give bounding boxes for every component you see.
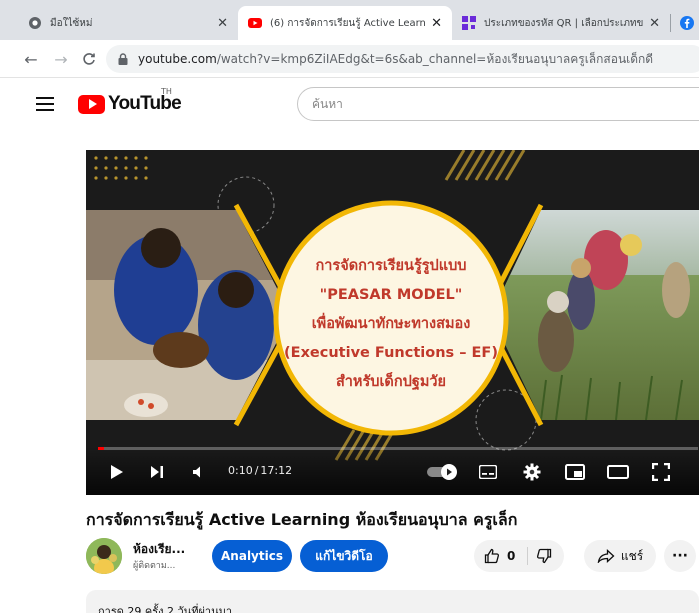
tab-title: มือใไซ้หม่ bbox=[50, 17, 93, 29]
close-tab-icon[interactable]: ✕ bbox=[649, 16, 660, 31]
video-overlay-title: การจัดการเรียนรู้รูปแบบ "PEASAR MODEL" เ… bbox=[261, 252, 521, 397]
channel-avatar[interactable] bbox=[86, 538, 122, 574]
progress-bar-fill bbox=[98, 447, 104, 450]
back-arrow-icon[interactable]: ← bbox=[20, 48, 42, 70]
edit-video-label: แก้ไขวิดีโอ bbox=[315, 548, 373, 563]
description-box[interactable]: การดู 29 ครั้ง 2 วันที่ผ่านมา bbox=[86, 590, 699, 613]
like-divider bbox=[527, 547, 528, 565]
video-meta-row: ห้องเรีย... ผู้ติดตาม... Analytics แก้ไข… bbox=[86, 536, 699, 578]
more-actions-icon[interactable]: ··· bbox=[664, 540, 696, 572]
tab-youtube-video[interactable]: (6) การจัดการเรียนรู้ Active Learning ✕ bbox=[238, 6, 452, 40]
lock-icon bbox=[118, 53, 128, 65]
fullscreen-icon[interactable] bbox=[650, 461, 672, 483]
thumbs-down-icon[interactable] bbox=[536, 548, 552, 567]
duration: 17:12 bbox=[260, 464, 293, 477]
video-player[interactable]: การจัดการเรียนรู้รูปแบบ "PEASAR MODEL" เ… bbox=[86, 150, 699, 495]
facebook-icon bbox=[680, 16, 694, 30]
analytics-button[interactable]: Analytics bbox=[212, 540, 292, 572]
tab-qr-types[interactable]: ประเภทของรหัส QR | เลือกประเภทของ ✕ bbox=[452, 6, 670, 40]
qr-icon bbox=[462, 16, 476, 30]
edit-video-button[interactable]: แก้ไขวิดีโอ bbox=[300, 540, 388, 572]
like-count: 0 bbox=[507, 549, 516, 563]
overlay-line: "PEASAR MODEL" bbox=[319, 287, 463, 303]
country-code: TH bbox=[161, 87, 172, 96]
tab-facebook[interactable] bbox=[674, 6, 699, 40]
reload-icon[interactable] bbox=[78, 48, 100, 70]
forward-arrow-icon[interactable]: → bbox=[50, 48, 72, 70]
player-controls: 0:10/17:12 bbox=[86, 447, 699, 495]
url-host: youtube.com bbox=[138, 52, 217, 66]
theater-mode-icon[interactable] bbox=[606, 461, 630, 483]
search-placeholder: ค้นหา bbox=[312, 96, 343, 111]
autoplay-toggle-icon[interactable] bbox=[426, 461, 460, 483]
video-title: การจัดการเรียนรู้ Active Learning ห้องเร… bbox=[86, 510, 518, 529]
share-button[interactable]: แชร์ bbox=[584, 540, 656, 572]
overlay-line: สำหรับเด็กปฐมวัย bbox=[335, 374, 447, 390]
overlay-line: การจัดการเรียนรู้รูปแบบ bbox=[315, 258, 467, 274]
browser-tab-strip: มือใไซ้หม่ ✕ (6) การจัดการเรียนรู้ Activ… bbox=[0, 0, 699, 40]
youtube-wordmark: YouTube bbox=[108, 93, 182, 114]
thumbs-up-icon[interactable] bbox=[484, 548, 500, 564]
current-time: 0:10 bbox=[228, 464, 253, 477]
tab-new-tab[interactable]: มือใไซ้หม่ ✕ bbox=[18, 6, 238, 40]
time-display: 0:10/17:12 bbox=[228, 464, 293, 477]
youtube-header: YouTube TH ค้นหา bbox=[0, 78, 699, 130]
close-tab-icon[interactable]: ✕ bbox=[217, 16, 228, 31]
address-bar[interactable]: youtube.com/watch?v=kmp6ZiIAEdg&t=6s&ab_… bbox=[106, 45, 699, 73]
chrome-icon bbox=[28, 16, 42, 30]
channel-name[interactable]: ห้องเรีย... bbox=[133, 540, 185, 559]
subscriber-count: ผู้ติดตาม... bbox=[133, 561, 176, 571]
settings-gear-icon[interactable] bbox=[522, 461, 542, 483]
overlay-line: เพื่อพัฒนาทักษะทางสมอง bbox=[311, 316, 471, 332]
analytics-label: Analytics bbox=[221, 549, 283, 563]
views-and-date: การดู 29 ครั้ง 2 วันที่ผ่านมา bbox=[98, 605, 233, 613]
youtube-play-logo-icon bbox=[78, 94, 105, 114]
next-video-icon[interactable] bbox=[148, 461, 166, 483]
hamburger-menu-icon[interactable] bbox=[36, 97, 54, 111]
tab-title: ประเภทของรหัส QR | เลือกประเภทของ bbox=[484, 17, 644, 29]
share-label: แชร์ bbox=[620, 548, 644, 563]
subtitles-icon[interactable] bbox=[478, 461, 498, 483]
browser-toolbar: ← → youtube.com/watch?v=kmp6ZiIAEdg&t=6s… bbox=[0, 40, 699, 78]
tab-title: (6) การจัดการเรียนรู้ Active Learning bbox=[270, 17, 426, 29]
volume-icon[interactable] bbox=[190, 461, 208, 483]
youtube-icon bbox=[248, 16, 262, 30]
miniplayer-icon[interactable] bbox=[564, 461, 586, 483]
like-dislike-group: 0 bbox=[474, 540, 564, 572]
url-path: /watch?v=kmp6ZiIAEdg&t=6s&ab_channel=ห้อ… bbox=[216, 51, 654, 66]
close-tab-icon[interactable]: ✕ bbox=[431, 16, 442, 31]
play-icon[interactable] bbox=[108, 461, 126, 483]
share-icon bbox=[597, 549, 615, 563]
search-input[interactable]: ค้นหา bbox=[297, 87, 699, 121]
progress-bar[interactable] bbox=[98, 447, 698, 450]
youtube-logo[interactable]: YouTube bbox=[78, 93, 182, 114]
tab-separator bbox=[670, 14, 671, 32]
overlay-line: (Executive Functions – EF) bbox=[284, 345, 498, 361]
